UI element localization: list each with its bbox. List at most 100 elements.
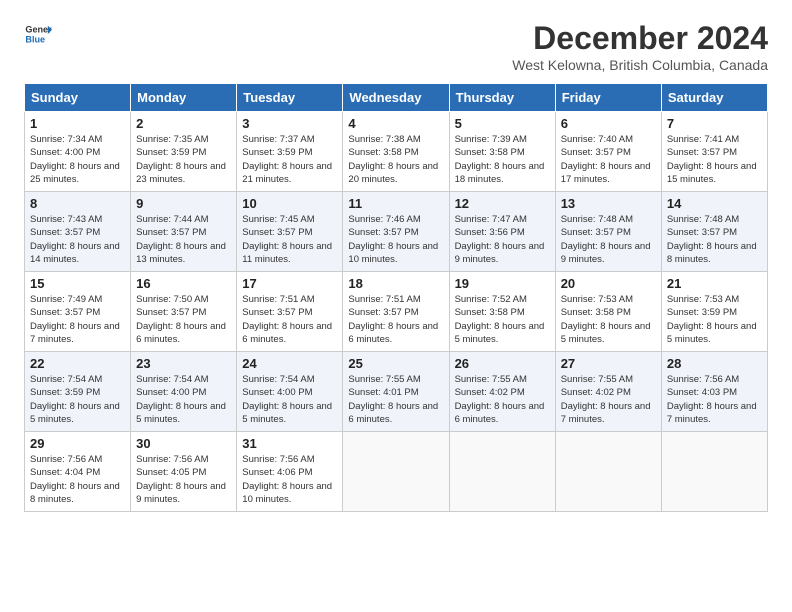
page-header: General Blue December 2024 West Kelowna,… — [24, 20, 768, 73]
calendar-cell: 19 Sunrise: 7:52 AM Sunset: 3:58 PM Dayl… — [449, 272, 555, 352]
day-info: Sunrise: 7:44 AM Sunset: 3:57 PM Dayligh… — [136, 213, 231, 266]
calendar-cell: 2 Sunrise: 7:35 AM Sunset: 3:59 PM Dayli… — [131, 112, 237, 192]
day-number: 22 — [30, 356, 125, 371]
month-title: December 2024 — [512, 20, 768, 57]
day-number: 29 — [30, 436, 125, 451]
day-number: 13 — [561, 196, 656, 211]
calendar-cell: 29 Sunrise: 7:56 AM Sunset: 4:04 PM Dayl… — [25, 432, 131, 512]
week-row-2: 8 Sunrise: 7:43 AM Sunset: 3:57 PM Dayli… — [25, 192, 768, 272]
calendar-cell: 24 Sunrise: 7:54 AM Sunset: 4:00 PM Dayl… — [237, 352, 343, 432]
calendar-cell: 17 Sunrise: 7:51 AM Sunset: 3:57 PM Dayl… — [237, 272, 343, 352]
day-number: 17 — [242, 276, 337, 291]
week-row-1: 1 Sunrise: 7:34 AM Sunset: 4:00 PM Dayli… — [25, 112, 768, 192]
logo-icon: General Blue — [24, 20, 52, 48]
calendar-cell: 12 Sunrise: 7:47 AM Sunset: 3:56 PM Dayl… — [449, 192, 555, 272]
calendar-cell: 27 Sunrise: 7:55 AM Sunset: 4:02 PM Dayl… — [555, 352, 661, 432]
calendar-body: 1 Sunrise: 7:34 AM Sunset: 4:00 PM Dayli… — [25, 112, 768, 512]
calendar-cell: 20 Sunrise: 7:53 AM Sunset: 3:58 PM Dayl… — [555, 272, 661, 352]
day-number: 9 — [136, 196, 231, 211]
calendar-cell: 3 Sunrise: 7:37 AM Sunset: 3:59 PM Dayli… — [237, 112, 343, 192]
day-info: Sunrise: 7:40 AM Sunset: 3:57 PM Dayligh… — [561, 133, 656, 186]
day-number: 18 — [348, 276, 443, 291]
day-info: Sunrise: 7:48 AM Sunset: 3:57 PM Dayligh… — [561, 213, 656, 266]
calendar-cell: 7 Sunrise: 7:41 AM Sunset: 3:57 PM Dayli… — [661, 112, 767, 192]
calendar-cell: 21 Sunrise: 7:53 AM Sunset: 3:59 PM Dayl… — [661, 272, 767, 352]
calendar-cell: 16 Sunrise: 7:50 AM Sunset: 3:57 PM Dayl… — [131, 272, 237, 352]
header-day-sunday: Sunday — [25, 84, 131, 112]
day-info: Sunrise: 7:38 AM Sunset: 3:58 PM Dayligh… — [348, 133, 443, 186]
day-info: Sunrise: 7:55 AM Sunset: 4:01 PM Dayligh… — [348, 373, 443, 426]
day-info: Sunrise: 7:56 AM Sunset: 4:05 PM Dayligh… — [136, 453, 231, 506]
week-row-3: 15 Sunrise: 7:49 AM Sunset: 3:57 PM Dayl… — [25, 272, 768, 352]
day-info: Sunrise: 7:53 AM Sunset: 3:59 PM Dayligh… — [667, 293, 762, 346]
day-number: 14 — [667, 196, 762, 211]
day-number: 24 — [242, 356, 337, 371]
calendar-cell: 30 Sunrise: 7:56 AM Sunset: 4:05 PM Dayl… — [131, 432, 237, 512]
calendar-cell: 9 Sunrise: 7:44 AM Sunset: 3:57 PM Dayli… — [131, 192, 237, 272]
day-info: Sunrise: 7:56 AM Sunset: 4:06 PM Dayligh… — [242, 453, 337, 506]
calendar-cell: 25 Sunrise: 7:55 AM Sunset: 4:01 PM Dayl… — [343, 352, 449, 432]
day-info: Sunrise: 7:35 AM Sunset: 3:59 PM Dayligh… — [136, 133, 231, 186]
calendar-cell — [343, 432, 449, 512]
day-info: Sunrise: 7:53 AM Sunset: 3:58 PM Dayligh… — [561, 293, 656, 346]
svg-text:Blue: Blue — [25, 34, 45, 44]
header-day-tuesday: Tuesday — [237, 84, 343, 112]
title-area: December 2024 West Kelowna, British Colu… — [512, 20, 768, 73]
day-number: 1 — [30, 116, 125, 131]
calendar-table: SundayMondayTuesdayWednesdayThursdayFrid… — [24, 83, 768, 512]
day-info: Sunrise: 7:48 AM Sunset: 3:57 PM Dayligh… — [667, 213, 762, 266]
day-number: 10 — [242, 196, 337, 211]
day-info: Sunrise: 7:37 AM Sunset: 3:59 PM Dayligh… — [242, 133, 337, 186]
day-number: 27 — [561, 356, 656, 371]
calendar-cell: 4 Sunrise: 7:38 AM Sunset: 3:58 PM Dayli… — [343, 112, 449, 192]
calendar-cell: 23 Sunrise: 7:54 AM Sunset: 4:00 PM Dayl… — [131, 352, 237, 432]
day-number: 2 — [136, 116, 231, 131]
calendar-cell: 15 Sunrise: 7:49 AM Sunset: 3:57 PM Dayl… — [25, 272, 131, 352]
header-day-wednesday: Wednesday — [343, 84, 449, 112]
day-info: Sunrise: 7:46 AM Sunset: 3:57 PM Dayligh… — [348, 213, 443, 266]
day-info: Sunrise: 7:51 AM Sunset: 3:57 PM Dayligh… — [348, 293, 443, 346]
day-number: 4 — [348, 116, 443, 131]
day-number: 7 — [667, 116, 762, 131]
week-row-5: 29 Sunrise: 7:56 AM Sunset: 4:04 PM Dayl… — [25, 432, 768, 512]
day-number: 11 — [348, 196, 443, 211]
day-number: 3 — [242, 116, 337, 131]
logo: General Blue — [24, 20, 52, 48]
calendar-cell: 5 Sunrise: 7:39 AM Sunset: 3:58 PM Dayli… — [449, 112, 555, 192]
day-number: 16 — [136, 276, 231, 291]
day-number: 21 — [667, 276, 762, 291]
calendar-cell — [449, 432, 555, 512]
header-day-saturday: Saturday — [661, 84, 767, 112]
calendar-cell: 13 Sunrise: 7:48 AM Sunset: 3:57 PM Dayl… — [555, 192, 661, 272]
day-info: Sunrise: 7:54 AM Sunset: 4:00 PM Dayligh… — [242, 373, 337, 426]
calendar-cell: 1 Sunrise: 7:34 AM Sunset: 4:00 PM Dayli… — [25, 112, 131, 192]
day-number: 6 — [561, 116, 656, 131]
calendar-cell: 18 Sunrise: 7:51 AM Sunset: 3:57 PM Dayl… — [343, 272, 449, 352]
day-info: Sunrise: 7:34 AM Sunset: 4:00 PM Dayligh… — [30, 133, 125, 186]
day-number: 5 — [455, 116, 550, 131]
day-info: Sunrise: 7:55 AM Sunset: 4:02 PM Dayligh… — [561, 373, 656, 426]
day-info: Sunrise: 7:50 AM Sunset: 3:57 PM Dayligh… — [136, 293, 231, 346]
day-number: 20 — [561, 276, 656, 291]
day-info: Sunrise: 7:56 AM Sunset: 4:03 PM Dayligh… — [667, 373, 762, 426]
day-number: 28 — [667, 356, 762, 371]
day-info: Sunrise: 7:52 AM Sunset: 3:58 PM Dayligh… — [455, 293, 550, 346]
calendar-cell: 10 Sunrise: 7:45 AM Sunset: 3:57 PM Dayl… — [237, 192, 343, 272]
calendar-cell: 14 Sunrise: 7:48 AM Sunset: 3:57 PM Dayl… — [661, 192, 767, 272]
day-number: 23 — [136, 356, 231, 371]
day-number: 8 — [30, 196, 125, 211]
day-info: Sunrise: 7:49 AM Sunset: 3:57 PM Dayligh… — [30, 293, 125, 346]
day-info: Sunrise: 7:43 AM Sunset: 3:57 PM Dayligh… — [30, 213, 125, 266]
calendar-cell: 22 Sunrise: 7:54 AM Sunset: 3:59 PM Dayl… — [25, 352, 131, 432]
header-row: SundayMondayTuesdayWednesdayThursdayFrid… — [25, 84, 768, 112]
calendar-cell: 31 Sunrise: 7:56 AM Sunset: 4:06 PM Dayl… — [237, 432, 343, 512]
day-number: 30 — [136, 436, 231, 451]
header-day-thursday: Thursday — [449, 84, 555, 112]
day-info: Sunrise: 7:39 AM Sunset: 3:58 PM Dayligh… — [455, 133, 550, 186]
day-number: 31 — [242, 436, 337, 451]
calendar-cell: 26 Sunrise: 7:55 AM Sunset: 4:02 PM Dayl… — [449, 352, 555, 432]
day-number: 19 — [455, 276, 550, 291]
calendar-cell: 11 Sunrise: 7:46 AM Sunset: 3:57 PM Dayl… — [343, 192, 449, 272]
calendar-cell — [661, 432, 767, 512]
day-info: Sunrise: 7:41 AM Sunset: 3:57 PM Dayligh… — [667, 133, 762, 186]
